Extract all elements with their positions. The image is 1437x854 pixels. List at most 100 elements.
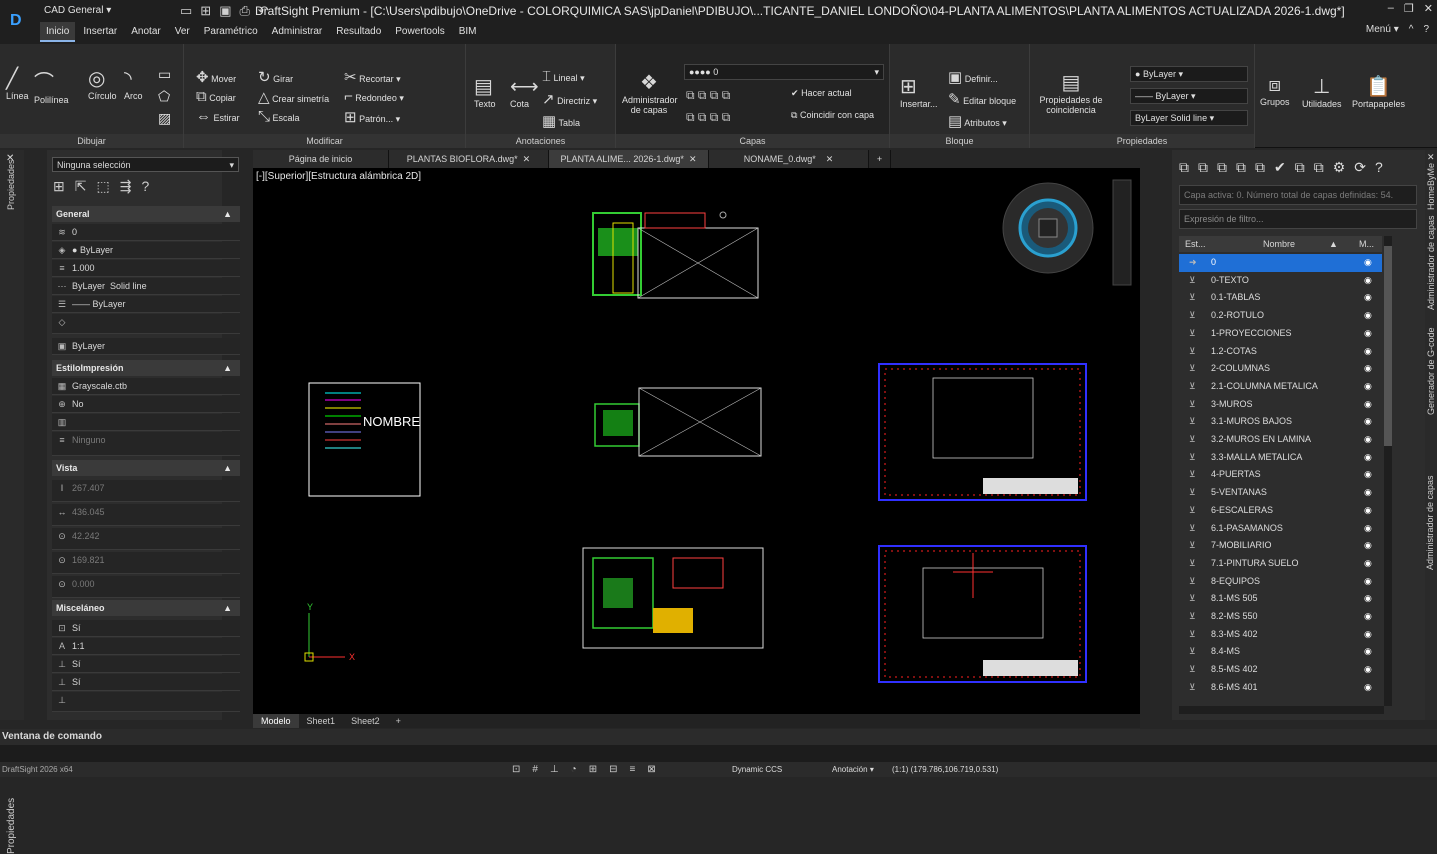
properties-tab-label-bottom[interactable]: Propiedades	[6, 798, 17, 854]
prop-color[interactable]: ◈ ● ByLayer	[52, 242, 240, 259]
layer-hscrollbar[interactable]	[1179, 706, 1384, 714]
col-name[interactable]: Nombre	[1263, 236, 1295, 252]
layer-walk-icon[interactable]: ⧉	[1314, 159, 1324, 176]
menu-tab-1[interactable]: Insertar	[77, 22, 123, 42]
layer-row[interactable]: ⊻ 6.1-PASAMANOS ◉	[1179, 520, 1382, 538]
polar-icon[interactable]: ◔	[571, 762, 577, 777]
eye-icon[interactable]: ◉	[1364, 555, 1372, 572]
tab-planta-alimentos[interactable]: PLANTA ALIME... 2026-1.dwg* ✕	[549, 150, 709, 168]
minimize-icon[interactable]: –	[1388, 2, 1394, 15]
tab-sheet2[interactable]: Sheet2	[343, 714, 388, 728]
workspace-select[interactable]: CAD General ▾	[40, 2, 175, 19]
layer-prev-icon[interactable]: ⧉	[1295, 159, 1305, 176]
prop-transparency[interactable]: ◇	[52, 314, 240, 334]
layer-row[interactable]: ⊻ 8.4-MS ◉	[1179, 643, 1382, 661]
eye-icon[interactable]: ◉	[1364, 378, 1372, 395]
layer-states-icon[interactable]: ⧉	[1198, 159, 1208, 176]
rotate-button[interactable]: ↻ Girar	[258, 68, 293, 86]
save-icon[interactable]: ▣	[219, 2, 231, 20]
layer-state-icon[interactable]: ⊻	[1189, 466, 1196, 483]
layer-state-icon[interactable]: ⊻	[1189, 378, 1196, 395]
eye-icon[interactable]: ◉	[1364, 343, 1372, 360]
eye-icon[interactable]: ◉	[1364, 272, 1372, 289]
dimension-button[interactable]: ⟷ Cota	[510, 74, 539, 109]
eye-icon[interactable]: ◉	[1364, 449, 1372, 466]
quickinput-icon[interactable]: ⊠	[647, 762, 655, 777]
layer-state-icon[interactable]: ⊻	[1189, 573, 1196, 590]
attributes-button[interactable]: ▤ Atributos ▾	[948, 112, 1007, 130]
refresh-icon[interactable]: ⟳	[1354, 159, 1366, 176]
layer-admin-tab[interactable]: Administrador de capas	[1426, 215, 1436, 310]
current-layer-icon[interactable]: ➜	[1189, 254, 1197, 271]
prop-misc-2[interactable]: A 1:1	[52, 638, 240, 655]
prop-linetype[interactable]: ⋯ ByLayer Solid line	[52, 278, 240, 295]
menu-tab-0[interactable]: Inicio	[40, 22, 76, 42]
layer-state-icon[interactable]: ⊻	[1189, 413, 1196, 430]
menu-button[interactable]: Menú ▾	[1366, 24, 1399, 35]
eye-icon[interactable]: ◉	[1364, 679, 1372, 696]
section-vista[interactable]: Vista ▲	[52, 460, 240, 476]
layer-state-icon[interactable]: ⊻	[1189, 502, 1196, 519]
layer-row[interactable]: ⊻ 5-VENTANAS ◉	[1179, 484, 1382, 502]
layer-state-icon[interactable]: ⊻	[1189, 484, 1196, 501]
prop-linetype-scale[interactable]: ≡ 1.000	[52, 260, 240, 277]
scale-button[interactable]: ⤡ Escala	[258, 108, 300, 125]
layer-row[interactable]: ⊻ 8.1-MS 505 ◉	[1179, 590, 1382, 608]
linear-button[interactable]: ⌶ Lineal ▾	[542, 68, 585, 85]
menu-tab-2[interactable]: Anotar	[125, 22, 166, 42]
eye-icon[interactable]: ◉	[1364, 484, 1372, 501]
section-estilo[interactable]: EstiloImpresión ▲	[52, 360, 240, 376]
eye-icon[interactable]: ◉	[1364, 360, 1372, 377]
eye-icon[interactable]: ◉	[1364, 466, 1372, 483]
layer-admin-bottom-tab[interactable]: Administrador de capas	[1425, 475, 1435, 570]
quick-select-icon[interactable]: ⊞	[53, 178, 65, 195]
stretch-button[interactable]: ⇔ Estirar	[196, 108, 240, 125]
scroll-thumb[interactable]	[1384, 246, 1392, 446]
layer-state-icon[interactable]: ⊻	[1189, 307, 1196, 324]
close-icon[interactable]: ✕	[1427, 152, 1435, 163]
layer-state-icon[interactable]: ⊻	[1189, 590, 1196, 607]
col-m[interactable]: M...	[1359, 236, 1374, 252]
tab-sheet1[interactable]: Sheet1	[299, 714, 344, 728]
add-layout-button[interactable]: +	[388, 714, 409, 728]
new-layer-icon[interactable]: ⧉	[1179, 159, 1189, 176]
layer-row[interactable]: ⊻ 3.1-MUROS BAJOS ◉	[1179, 413, 1382, 431]
eye-icon[interactable]: ◉	[1364, 289, 1372, 306]
menu-tab-6[interactable]: Resultado	[330, 22, 387, 42]
prop-plot-attached[interactable]: ⊕ No	[52, 396, 240, 413]
polyline-button[interactable]: ⌒ Polilínea	[34, 66, 69, 105]
tab-noname[interactable]: NONAME_0.dwg* ✕	[709, 150, 869, 168]
layer-row[interactable]: ⊻ 7.1-PINTURA SUELO ◉	[1179, 555, 1382, 573]
layer-row[interactable]: ⊻ 0.2-ROTULO ◉	[1179, 307, 1382, 325]
line-button[interactable]: ╱ Línea	[6, 66, 29, 101]
close-icon[interactable]: ✕	[523, 154, 531, 164]
delete-layer-icon[interactable]: ⧉	[1236, 159, 1246, 176]
collapse-ribbon-icon[interactable]: ^	[1409, 24, 1414, 35]
layer-row[interactable]: ⊻ 3.3-MALLA METALICA ◉	[1179, 449, 1382, 467]
pattern-button[interactable]: ⊞ Patrón... ▾	[344, 108, 400, 126]
eye-icon[interactable]: ◉	[1364, 431, 1372, 448]
layer-state-icon[interactable]: ⊻	[1189, 643, 1196, 660]
layer-row[interactable]: ⊻ 8.5-MS 402 ◉	[1179, 661, 1382, 679]
lineweight-icon[interactable]: ≡	[630, 762, 636, 777]
eye-icon[interactable]: ◉	[1364, 643, 1372, 660]
menu-tab-8[interactable]: BIM	[453, 22, 483, 42]
prop-misc-5[interactable]: ⊥	[52, 692, 240, 712]
layer-combo[interactable]: ●●●● 0 ▾	[684, 64, 884, 80]
match-properties-button[interactable]: ▤ Propiedades de coincidencia	[1036, 70, 1106, 115]
select-objects-icon[interactable]: ⬚	[96, 178, 109, 195]
layer-row[interactable]: ⊻ 0.1-TABLAS ◉	[1179, 289, 1382, 307]
col-state[interactable]: Est...	[1185, 236, 1206, 252]
close-icon[interactable]: ✕	[1424, 2, 1433, 15]
lineweight-combo[interactable]: ByLayer Solid line ▾	[1130, 110, 1248, 126]
properties-tab-label[interactable]: Propiedades	[6, 159, 16, 210]
gear-icon[interactable]: ⚙	[1333, 159, 1346, 176]
open-icon[interactable]: ⊞	[200, 2, 211, 20]
insert-block-button[interactable]: ⊞ Insertar...	[900, 74, 938, 109]
command-input[interactable]	[0, 745, 1437, 762]
groups-button[interactable]: ⧈ Grupos	[1260, 74, 1290, 107]
dynamic-ccs[interactable]: Dynamic CCS	[732, 762, 782, 777]
menu-tab-7[interactable]: Powertools	[389, 22, 450, 42]
grid-icon[interactable]: #	[532, 762, 538, 777]
help-icon[interactable]: ?	[1423, 24, 1429, 35]
